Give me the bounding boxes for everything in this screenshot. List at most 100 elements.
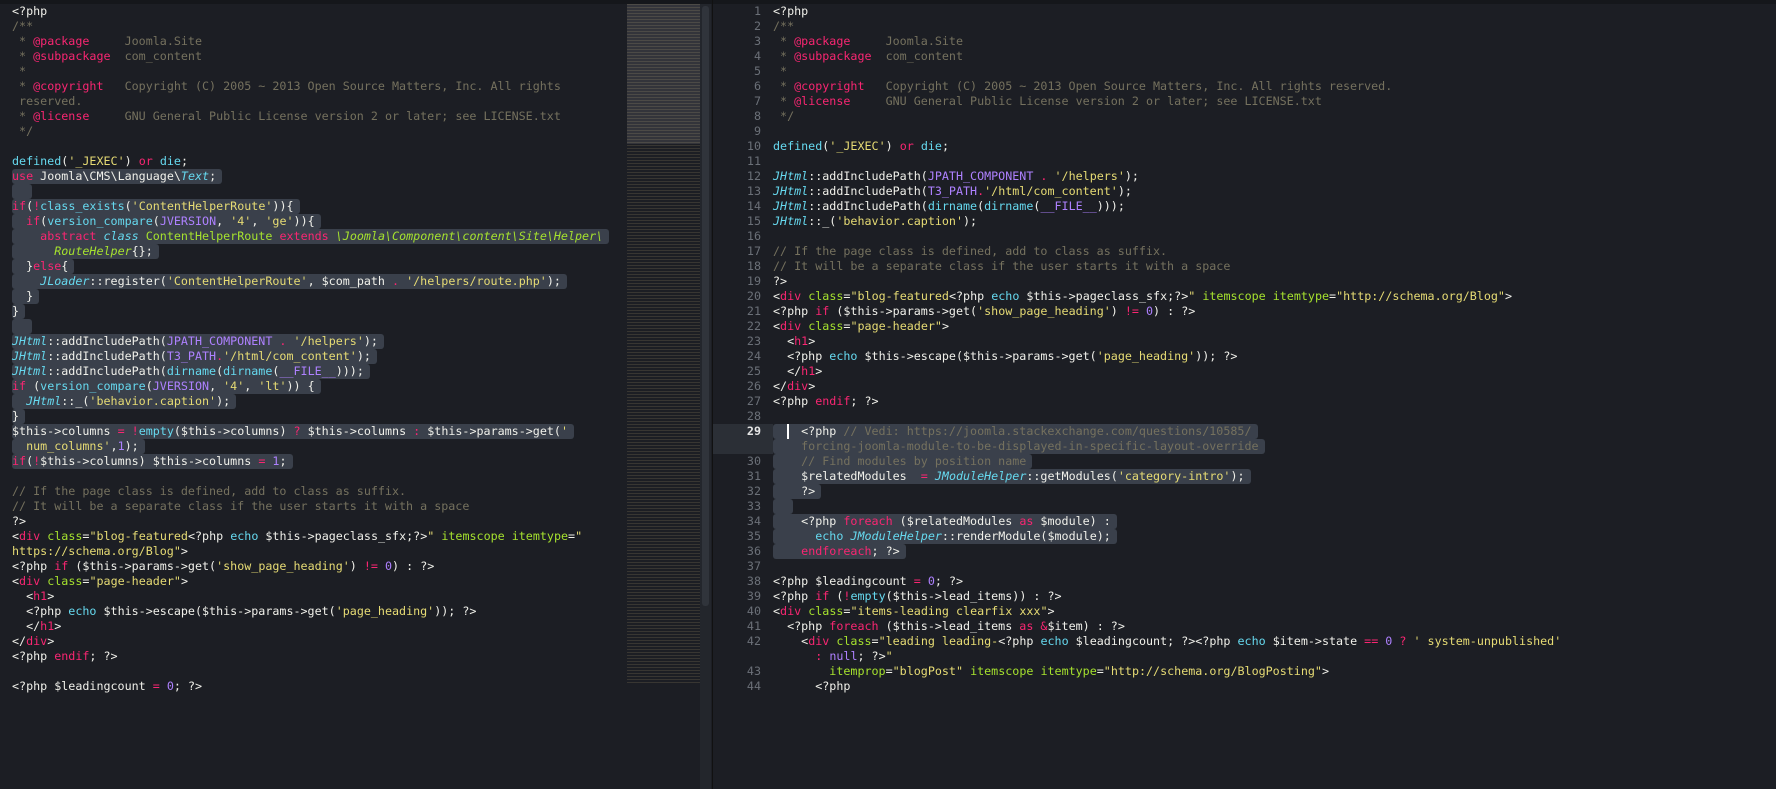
code-line[interactable]: <?php echo $this->escape($this->params->… — [773, 349, 1567, 364]
code-line[interactable]: JHtml::addIncludePath(T3_PATH.'/html/com… — [773, 184, 1567, 199]
code-line[interactable]: JHtml::addIncludePath(JPATH_COMPONENT . … — [773, 169, 1567, 184]
code-line[interactable]: if(!$this->columns) $this->columns = 1; — [12, 454, 609, 469]
left-scrollbar-thumb[interactable] — [702, 6, 709, 606]
code-line[interactable] — [12, 469, 609, 484]
code-line[interactable]: JHtml::addIncludePath(dirname(dirname(__… — [773, 199, 1567, 214]
code-line[interactable]: // It will be a separate class if the us… — [12, 499, 609, 514]
code-line[interactable]: if(version_compare(JVERSION, '4', 'ge'))… — [12, 214, 609, 229]
code-line[interactable]: </h1> — [773, 364, 1567, 379]
minimap-viewport[interactable] — [627, 4, 700, 144]
code-line[interactable]: <div class="page-header"> — [12, 574, 609, 589]
code-line[interactable]: <?php if ($this->params->get('show_page_… — [773, 304, 1567, 319]
code-line[interactable]: : null; ?>" — [773, 649, 1567, 664]
code-line[interactable]: defined('_JEXEC') or die; — [773, 139, 1567, 154]
code-line[interactable]: reserved. — [12, 94, 609, 109]
code-line[interactable] — [773, 229, 1567, 244]
code-line[interactable]: </div> — [12, 634, 609, 649]
code-line[interactable]: ?> — [773, 274, 1567, 289]
code-line[interactable] — [12, 664, 609, 679]
code-line[interactable]: $this->columns = !empty($this->columns) … — [12, 424, 609, 439]
code-line[interactable]: } — [12, 289, 609, 304]
code-line[interactable]: JHtml::_('behavior.caption'); — [12, 394, 609, 409]
code-line[interactable]: * @package Joomla.Site — [773, 34, 1567, 49]
code-line[interactable]: * @subpackage com_content — [773, 49, 1567, 64]
code-line[interactable]: /** — [773, 19, 1567, 34]
code-line[interactable]: JHtml::addIncludePath(dirname(dirname(__… — [12, 364, 609, 379]
code-line[interactable]: JHtml::addIncludePath(T3_PATH.'/html/com… — [12, 349, 609, 364]
code-line[interactable] — [12, 139, 609, 154]
code-line[interactable]: defined('_JEXEC') or die; — [12, 154, 609, 169]
code-line[interactable]: <?php $leadingcount = 0; ?> — [773, 574, 1567, 589]
code-line[interactable]: /** — [12, 19, 609, 34]
code-token: ( — [145, 379, 153, 393]
code-line[interactable]: * — [12, 64, 609, 79]
code-line[interactable]: JHtml::addIncludePath(JPATH_COMPONENT . … — [12, 334, 609, 349]
code-line[interactable]: forcing-joomla-module-to-be-displayed-in… — [773, 439, 1567, 454]
code-line[interactable]: RouteHelper{}; — [12, 244, 609, 259]
code-line[interactable]: ?> — [12, 514, 609, 529]
code-line[interactable]: * @subpackage com_content — [12, 49, 609, 64]
code-line[interactable] — [773, 559, 1567, 574]
code-line[interactable]: <?php $leadingcount = 0; ?> — [12, 679, 609, 694]
code-line[interactable]: */ — [12, 124, 609, 139]
code-line[interactable]: <?php endif; ?> — [12, 649, 609, 664]
code-line[interactable]: <div class="blog-featured<?php echo $thi… — [12, 529, 609, 544]
code-line[interactable]: if (version_compare(JVERSION, '4', 'lt')… — [12, 379, 609, 394]
code-line[interactable]: use Joomla\CMS\Language\Text; — [12, 169, 609, 184]
code-line[interactable]: <?php — [12, 4, 609, 19]
code-line[interactable]: itemprop="blogPost" itemscope itemtype="… — [773, 664, 1567, 679]
code-line[interactable]: <div class="leading leading-<?php echo $… — [773, 634, 1567, 649]
code-line[interactable]: <div class="items-leading clearfix xxx"> — [773, 604, 1567, 619]
code-line[interactable]: * @copyright Copyright (C) 2005 ~ 2013 O… — [12, 79, 609, 94]
left-code-area[interactable]: <?php/** * @package Joomla.Site * @subpa… — [12, 4, 610, 694]
code-line[interactable]: * @license GNU General Public License ve… — [12, 109, 609, 124]
code-line[interactable]: * @package Joomla.Site — [12, 34, 609, 49]
code-line[interactable]: num_columns',1); — [12, 439, 609, 454]
code-line[interactable] — [12, 184, 609, 199]
code-line[interactable]: </h1> — [12, 619, 609, 634]
code-line[interactable]: JHtml::_('behavior.caption'); — [773, 214, 1567, 229]
code-line[interactable] — [773, 499, 1567, 514]
code-line[interactable]: <div class="blog-featured<?php echo $thi… — [773, 289, 1567, 304]
code-line[interactable]: <?php if (!empty($this->lead_items)) : ?… — [773, 589, 1567, 604]
code-line[interactable]: if(!class_exists('ContentHelperRoute')){ — [12, 199, 609, 214]
code-line[interactable]: <?php foreach ($relatedModules as $modul… — [773, 514, 1567, 529]
code-line[interactable]: } — [12, 409, 609, 424]
code-line[interactable]: </div> — [773, 379, 1567, 394]
code-line[interactable] — [773, 154, 1567, 169]
code-line[interactable]: echo JModuleHelper::renderModule($module… — [773, 529, 1567, 544]
code-line[interactable] — [12, 319, 609, 334]
code-line[interactable]: }else{ — [12, 259, 609, 274]
code-line[interactable]: */ — [773, 109, 1567, 124]
code-line[interactable]: <h1> — [12, 589, 609, 604]
code-line[interactable]: <?php // Vedi: https://joomla.stackexcha… — [773, 424, 1567, 439]
code-line[interactable]: * @copyright Copyright (C) 2005 ~ 2013 O… — [773, 79, 1567, 94]
code-line[interactable]: <?php foreach ($this->lead_items as &$it… — [773, 619, 1567, 634]
code-line[interactable]: <?php endif; ?> — [773, 394, 1567, 409]
code-line[interactable]: <?php if ($this->params->get('show_page_… — [12, 559, 609, 574]
code-line[interactable]: // If the page class is defined, add to … — [773, 244, 1567, 259]
code-line[interactable]: https://schema.org/Blog"> — [12, 544, 609, 559]
code-line[interactable]: <h1> — [773, 334, 1567, 349]
code-line[interactable]: // It will be a separate class if the us… — [773, 259, 1567, 274]
code-line[interactable]: <?php echo $this->escape($this->params->… — [12, 604, 609, 619]
code-line[interactable]: JLoader::register('ContentHelperRoute', … — [12, 274, 609, 289]
right-editor-pane[interactable]: 1 2 3 4 5 6 7 8 9 10 11 12 13 14 15 16 17 18 19 20 21 22 23 24 2… — [712, 0, 1776, 789]
code-line[interactable]: endforeach; ?> — [773, 544, 1567, 559]
right-code-area[interactable]: <?php/** * @package Joomla.Site * @subpa… — [773, 4, 1567, 694]
code-token: } — [12, 289, 34, 303]
code-line[interactable] — [773, 124, 1567, 139]
code-line[interactable]: abstract class ContentHelperRoute extend… — [12, 229, 610, 244]
left-editor-pane[interactable]: <?php/** * @package Joomla.Site * @subpa… — [0, 0, 712, 789]
code-line[interactable] — [773, 409, 1567, 424]
code-line[interactable]: * — [773, 64, 1567, 79]
code-line[interactable]: <?php — [773, 679, 1567, 694]
code-line[interactable]: } — [12, 304, 609, 319]
code-line[interactable]: // If the page class is defined, add to … — [12, 484, 609, 499]
code-line[interactable]: // Find modules by position name — [773, 454, 1567, 469]
code-line[interactable]: * @license GNU General Public License ve… — [773, 94, 1567, 109]
code-line[interactable]: $relatedModules = JModuleHelper::getModu… — [773, 469, 1567, 484]
code-line[interactable]: <?php — [773, 4, 1567, 19]
code-line[interactable]: ?> — [773, 484, 1567, 499]
code-line[interactable]: <div class="page-header"> — [773, 319, 1567, 334]
